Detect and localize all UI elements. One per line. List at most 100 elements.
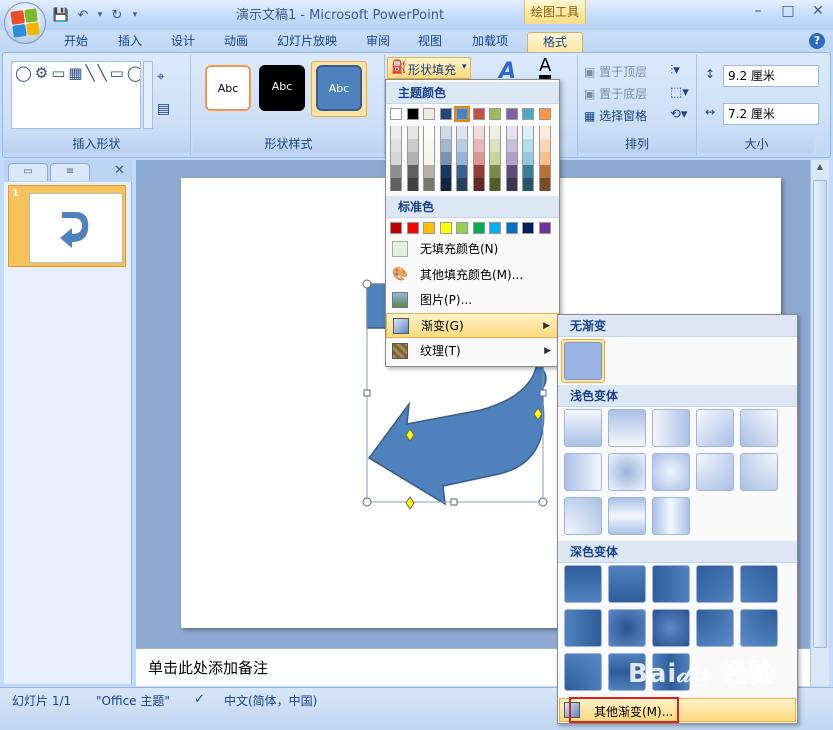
theme-shade-swatch[interactable] xyxy=(456,178,468,191)
style-thumb-blue[interactable]: Abc xyxy=(316,65,362,111)
shape-width-input[interactable]: 7.2 厘米 xyxy=(723,103,819,125)
theme-shade-swatch[interactable] xyxy=(390,139,402,152)
theme-shade-swatch[interactable] xyxy=(489,165,501,178)
help-icon[interactable]: ? xyxy=(809,33,825,49)
light-gradient-option[interactable] xyxy=(740,409,778,447)
light-gradient-option[interactable] xyxy=(564,453,602,491)
no-gradient-option[interactable] xyxy=(564,342,602,380)
shapes-gallery[interactable]: ◯⚙▭▦╲╲▭◯▭△⌐⌐◻◯☐◯╲╱⇨⇩⌂⇧⌒⌒ xyxy=(11,61,141,129)
close-pane-icon[interactable]: ✕ xyxy=(114,163,125,178)
light-gradient-option[interactable] xyxy=(652,453,690,491)
theme-color-swatch[interactable] xyxy=(522,108,534,120)
theme-shade-swatch[interactable] xyxy=(439,165,452,178)
shapes-gallery-scroll[interactable] xyxy=(143,61,153,129)
rotate-icon[interactable]: ⟲▾ xyxy=(670,107,687,122)
theme-shade-swatch[interactable] xyxy=(538,165,551,178)
theme-shade-swatch[interactable] xyxy=(439,152,452,165)
theme-shade-swatch[interactable] xyxy=(538,126,551,139)
dark-gradient-option[interactable] xyxy=(564,609,602,647)
light-gradient-option[interactable] xyxy=(608,409,646,447)
font-color-icon[interactable]: A xyxy=(539,57,552,79)
theme-shade-swatch[interactable] xyxy=(522,152,534,165)
theme-shade-swatch[interactable] xyxy=(439,178,452,191)
theme-shade-swatch[interactable] xyxy=(505,165,518,178)
theme-shade-swatch[interactable] xyxy=(390,126,402,139)
theme-shade-swatch[interactable] xyxy=(522,139,534,152)
theme-shade-swatch[interactable] xyxy=(522,178,534,191)
theme-shade-swatch[interactable] xyxy=(423,152,435,165)
light-gradient-option[interactable] xyxy=(564,409,602,447)
theme-shade-swatch[interactable] xyxy=(406,126,419,139)
tab-slideshow[interactable]: 幻灯片放映 xyxy=(270,32,344,52)
tab-slides[interactable]: ▭ xyxy=(8,163,48,181)
tab-format[interactable]: 格式 xyxy=(527,32,583,52)
theme-shade-swatch[interactable] xyxy=(505,178,518,191)
theme-shade-swatch[interactable] xyxy=(406,165,419,178)
bring-to-front-button[interactable]: ▣ 置于顶层 xyxy=(584,63,647,80)
theme-shade-swatch[interactable] xyxy=(472,165,485,178)
theme-shade-swatch[interactable] xyxy=(390,165,402,178)
style-thumb-black[interactable]: Abc xyxy=(259,65,305,111)
standard-color-swatch[interactable] xyxy=(456,222,468,234)
vertical-scrollbar[interactable]: ▲ xyxy=(810,160,829,686)
dark-gradient-option[interactable] xyxy=(740,565,778,603)
theme-shade-swatch[interactable] xyxy=(522,165,534,178)
theme-shade-swatch[interactable] xyxy=(489,152,501,165)
theme-color-swatch[interactable] xyxy=(538,108,551,120)
standard-color-swatch[interactable] xyxy=(522,222,534,234)
theme-shade-swatch[interactable] xyxy=(423,139,435,152)
dark-gradient-option[interactable] xyxy=(652,565,690,603)
gradient-fill-item[interactable]: 渐变(G) ▶ xyxy=(386,313,559,338)
light-gradient-option[interactable] xyxy=(608,497,646,535)
selection-pane-button[interactable]: ▦ 选择窗格 xyxy=(584,107,647,124)
theme-shade-swatch[interactable] xyxy=(456,152,468,165)
dark-gradient-option[interactable] xyxy=(564,653,602,691)
standard-color-swatch[interactable] xyxy=(505,222,518,234)
theme-shade-swatch[interactable] xyxy=(489,126,501,139)
theme-shade-swatch[interactable] xyxy=(406,178,419,191)
theme-color-swatch[interactable] xyxy=(390,108,402,120)
dark-gradient-option[interactable] xyxy=(652,609,690,647)
theme-color-swatch[interactable] xyxy=(489,108,501,120)
standard-color-swatch[interactable] xyxy=(423,222,435,234)
dark-gradient-option[interactable] xyxy=(608,609,646,647)
theme-shade-swatch[interactable] xyxy=(390,178,402,191)
standard-color-swatch[interactable] xyxy=(390,222,402,234)
tab-review[interactable]: 审阅 xyxy=(358,32,398,52)
light-gradient-option[interactable] xyxy=(696,453,734,491)
shape-fill-button[interactable]: ⛽ 形状填充 ▾ xyxy=(387,57,471,79)
standard-color-swatch[interactable] xyxy=(439,222,452,234)
dark-gradient-option[interactable] xyxy=(608,565,646,603)
style-thumb-orange-outline[interactable]: Abc xyxy=(205,65,251,111)
scroll-up-icon[interactable]: ▲ xyxy=(814,162,826,174)
dark-gradient-option[interactable] xyxy=(696,609,734,647)
standard-color-swatch[interactable] xyxy=(538,222,551,234)
office-button[interactable] xyxy=(4,2,46,44)
minimize-button[interactable]: – xyxy=(743,0,773,22)
language-indicator[interactable]: 中文(简体，中国) xyxy=(224,692,317,709)
theme-color-swatch[interactable] xyxy=(406,108,419,120)
theme-shade-swatch[interactable] xyxy=(439,139,452,152)
light-gradient-option[interactable] xyxy=(608,453,646,491)
theme-shade-swatch[interactable] xyxy=(505,139,518,152)
theme-shade-swatch[interactable] xyxy=(489,139,501,152)
tab-outline[interactable]: ≡ xyxy=(50,163,90,181)
theme-shade-swatch[interactable] xyxy=(423,126,435,139)
theme-shade-swatch[interactable] xyxy=(439,126,452,139)
theme-shade-swatch[interactable] xyxy=(505,152,518,165)
texture-fill-item[interactable]: 纹理(T) ▶ xyxy=(386,339,559,364)
light-gradient-option[interactable] xyxy=(652,497,690,535)
theme-shade-swatch[interactable] xyxy=(538,178,551,191)
theme-color-swatch[interactable] xyxy=(505,108,518,120)
tab-design[interactable]: 设计 xyxy=(163,32,203,52)
standard-color-swatch[interactable] xyxy=(472,222,485,234)
maximize-button[interactable]: □ xyxy=(773,0,803,22)
theme-shade-swatch[interactable] xyxy=(406,152,419,165)
standard-color-swatch[interactable] xyxy=(406,222,419,234)
theme-shade-swatch[interactable] xyxy=(472,139,485,152)
shape-height-input[interactable]: 9.2 厘米 xyxy=(723,65,819,87)
slide-thumbnail[interactable]: 1 xyxy=(8,185,126,267)
theme-color-swatch[interactable] xyxy=(423,108,435,120)
light-gradient-option[interactable] xyxy=(564,497,602,535)
theme-shade-swatch[interactable] xyxy=(538,139,551,152)
